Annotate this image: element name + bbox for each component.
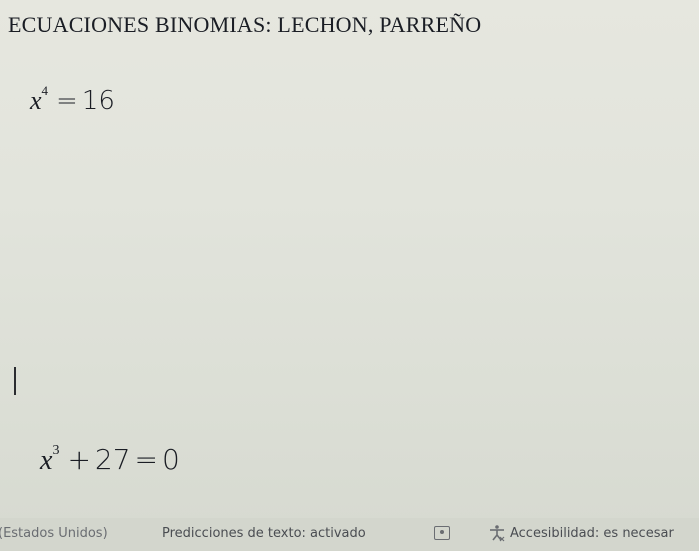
- equation-2-exponent: 3: [52, 443, 60, 458]
- text-cursor: [14, 367, 16, 395]
- equation-2-operator: +: [67, 443, 91, 476]
- accessibility-icon[interactable]: [488, 524, 506, 542]
- status-bar: (Estados Unidos) Predicciones de texto: …: [0, 518, 699, 551]
- equation-1: x4 = 16: [30, 83, 115, 116]
- equation-1-variable: x: [30, 86, 42, 115]
- document-title: ECUACIONES BINOMIAS: LECHON, PARREÑO: [8, 12, 482, 37]
- equation-1-exponent: 4: [41, 83, 49, 98]
- equation-2-variable: x: [40, 445, 53, 476]
- focus-mode-icon[interactable]: [434, 526, 450, 540]
- equation-2-rhs: 0: [162, 443, 180, 476]
- equation-2-equals: =: [134, 443, 159, 476]
- equation-2: x3 +27 = 0: [40, 443, 180, 477]
- equation-1-rhs: 16: [81, 86, 115, 116]
- equation-2-term: 27: [94, 443, 131, 476]
- status-accessibility[interactable]: Accesibilidad: es necesar: [510, 526, 674, 541]
- document-page[interactable]: ECUACIONES BINOMIAS: LECHON, PARREÑO x4 =…: [0, 0, 699, 518]
- status-text-predictions[interactable]: Predicciones de texto: activado: [162, 526, 366, 541]
- equation-1-operator: =: [56, 86, 78, 116]
- status-language[interactable]: (Estados Unidos): [0, 526, 108, 541]
